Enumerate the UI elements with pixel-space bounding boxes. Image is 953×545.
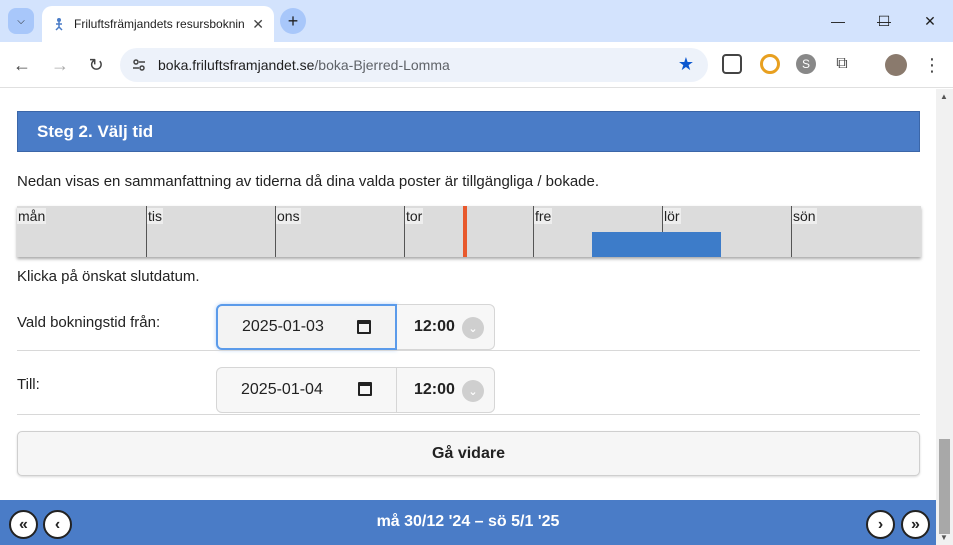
extension-chrome-icon[interactable] [760,54,780,74]
continue-button[interactable]: Gå vidare [17,431,920,476]
profile-avatar[interactable] [885,54,907,76]
to-time-value: 12:00 [414,381,455,398]
chevron-down-icon: ⌄ [462,380,484,402]
day-column-tue[interactable]: tis [146,206,275,257]
double-chevron-right-icon: » [911,515,920,533]
from-date-input[interactable]: 2025-01-03 [216,304,397,350]
from-date-value: 2025-01-03 [242,318,324,335]
day-column-sun[interactable]: sön [791,206,921,257]
chevron-right-icon: › [877,515,884,533]
week-navigation-bar: « ‹ må 30/12 '24 – sö 5/1 '25 › » [0,500,936,545]
address-bar[interactable]: boka.friluftsframjandet.se/boka-Bjerred-… [120,48,708,82]
url-host: boka.friluftsframjandet.se [158,57,315,73]
from-time-select[interactable]: 12:00 ⌄ [397,304,495,350]
hint-text: Klicka på önskat slutdatum. [17,268,200,285]
day-column-mon[interactable]: mån [17,206,146,257]
to-time-select[interactable]: 12:00 ⌄ [397,367,495,413]
day-label: mån [17,208,47,224]
site-favicon-icon [55,18,63,31]
day-label: ons [276,208,301,224]
close-tab-icon[interactable]: ✕ [252,16,264,33]
day-column-thu[interactable]: tor [404,206,533,257]
next-fast-button[interactable]: » [901,510,930,539]
site-info-icon[interactable] [130,56,148,74]
minimize-window-button[interactable]: — [815,0,861,42]
close-window-button[interactable]: ✕ [907,0,953,42]
maximize-window-button[interactable]: ☐ [861,0,907,42]
day-label: tis [147,208,163,224]
to-date-input[interactable]: 2025-01-04 [216,367,397,413]
day-label: lör [663,208,681,224]
url-path: /boka-Bjerred-Lomma [314,57,450,73]
scroll-up-icon[interactable]: ▲ [940,92,948,101]
back-arrow-icon[interactable]: ← [8,51,36,79]
extensions-puzzle-icon[interactable]: ⧉ [832,54,852,74]
week-range-label: må 30/12 '24 – sö 5/1 '25 [376,513,560,530]
step-title: Steg 2. Välj tid [17,111,920,152]
page-scrollbar[interactable]: ▲ ▼ [936,89,953,545]
divider [17,350,920,351]
forward-arrow-icon[interactable]: → [46,51,74,79]
from-label: Vald bokningstid från: [17,314,161,331]
browser-toolbar: ← → ↻ boka.friluftsframjandet.se/boka-Bj… [0,42,953,88]
divider [17,414,920,415]
tab-title: Friluftsfrämjandets resursbokning [74,17,244,31]
chevron-down-icon: ⌄ [462,317,484,339]
selected-booking-range [592,232,721,257]
scrollbar-thumb[interactable] [939,439,950,534]
day-label: fre [534,208,553,224]
extension-skype-icon[interactable]: S [796,54,816,74]
next-week-button[interactable]: › [866,510,895,539]
week-availability-calendar[interactable]: mån tis ons tor fre lör sön [17,206,921,257]
chevron-down-icon: ⌵ [17,15,25,27]
bookmark-star-icon[interactable]: ★ [678,54,694,75]
extension-cast-icon[interactable] [722,54,742,74]
from-time-value: 12:00 [414,318,455,335]
day-label: sön [792,208,817,224]
reload-icon[interactable]: ↻ [82,51,110,79]
new-tab-button[interactable]: + [280,8,306,34]
browser-tab-active[interactable]: Friluftsfrämjandets resursbokning ✕ [42,6,274,42]
tab-search-button[interactable]: ⌵ [8,8,34,34]
menu-kebab-icon[interactable]: ⋮ [918,51,946,79]
calendar-icon[interactable] [358,382,372,396]
to-date-value: 2025-01-04 [241,381,323,398]
page-content: Steg 2. Välj tid Nedan visas en sammanfa… [0,89,936,545]
calendar-icon[interactable] [357,320,371,334]
day-column-wed[interactable]: ons [275,206,404,257]
scroll-down-icon[interactable]: ▼ [940,533,948,542]
to-label: Till: [17,376,40,393]
current-time-marker [463,206,467,257]
browser-tab-strip: ⌵ Friluftsfrämjandets resursbokning ✕ + … [0,0,953,42]
day-label: tor [405,208,424,224]
intro-text: Nedan visas en sammanfattning av tiderna… [17,173,600,190]
